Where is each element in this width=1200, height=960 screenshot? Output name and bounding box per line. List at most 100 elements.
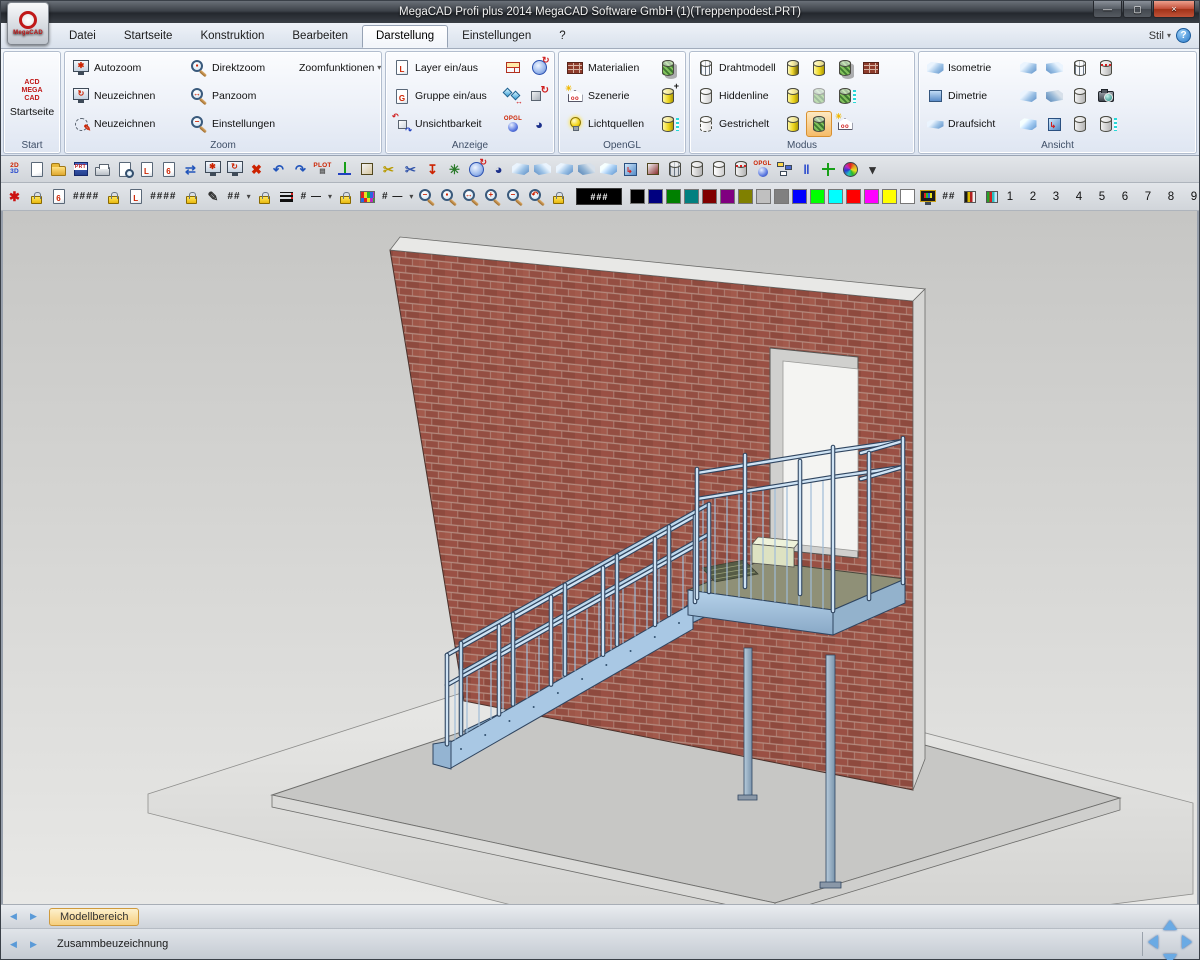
ribbon-button-view-box-d[interactable] [1041, 83, 1067, 109]
ribbon-button-cylinder-light2[interactable] [1067, 111, 1093, 137]
ribbon-button-neuzeichnen[interactable]: ↻Neuzeichnen [69, 83, 187, 109]
line-width-button[interactable] [276, 186, 297, 208]
ribbon-button-camera[interactable] [1093, 83, 1119, 109]
ribbon-button-draufsicht[interactable]: Draufsicht [923, 111, 1015, 137]
view-cube-5-button[interactable] [598, 158, 619, 180]
pan-navigation-icon[interactable] [1148, 920, 1192, 960]
ribbon-button-unsichtbarkeit[interactable]: ↶↷Unsichtbarkeit [390, 111, 500, 137]
pen-value[interactable]: ## [225, 191, 244, 202]
trim-yellow-button[interactable]: ✂ [378, 158, 399, 180]
cylinder-light-button[interactable] [708, 158, 729, 180]
layer-number-1[interactable]: 1 [1003, 191, 1016, 203]
pen-count-value[interactable]: ## [939, 191, 958, 202]
color-swatch-008080[interactable] [684, 189, 699, 204]
color-wheel-button[interactable] [840, 158, 861, 180]
ribbon-button-transform-diamonds[interactable]: ↔ [500, 83, 526, 109]
lock-button[interactable] [548, 186, 569, 208]
save-file-button[interactable]: PRT [70, 158, 91, 180]
view-cube-4-button[interactable] [576, 158, 597, 180]
structure-tree-button[interactable] [774, 158, 795, 180]
cylinder-dashred-button[interactable] [730, 158, 751, 180]
minimize-button[interactable]: — [1093, 1, 1122, 18]
pen-table-button[interactable] [959, 186, 980, 208]
opengl-ball-button[interactable]: OPGL [752, 158, 773, 180]
color-swatch-ff0000[interactable] [846, 189, 861, 204]
select-star-button[interactable]: ✱ [4, 186, 25, 208]
line-width-dropdown-chevron-icon[interactable]: ▾ [326, 192, 334, 201]
ribbon-button-view-box-e[interactable] [1015, 111, 1041, 137]
model-tab-prev-button[interactable]: ◀ [5, 908, 22, 925]
tab-bearbeiten[interactable]: Bearbeiten [278, 25, 362, 48]
layer-page-button[interactable]: L [125, 186, 146, 208]
group-value[interactable]: #### [70, 191, 102, 202]
ribbon-button-material-list[interactable] [655, 111, 681, 137]
drawing-prev-button[interactable]: ◀ [5, 936, 22, 953]
ribbon-button-szenerie[interactable]: oo☀Szenerie [563, 83, 655, 109]
undo-button[interactable]: ↶ [268, 158, 289, 180]
figure-axes-button[interactable]: ✳ [444, 158, 465, 180]
print-preview-button[interactable] [114, 158, 135, 180]
pen-dropdown-chevron-icon[interactable]: ▾ [245, 192, 253, 201]
restore-button[interactable]: ▢ [1123, 1, 1152, 18]
color-swatch-000000[interactable] [630, 189, 645, 204]
drawing-next-button[interactable]: ▶ [25, 936, 42, 953]
layer-number-4[interactable]: 4 [1072, 191, 1085, 203]
pen-style-button[interactable]: ✎ [203, 186, 224, 208]
ribbon-button-autozoom[interactable]: ✱Autozoom [69, 55, 187, 81]
ribbon-button-yellow-cylinder[interactable] [780, 111, 806, 137]
lock-button[interactable] [103, 186, 124, 208]
color-swatch-000080[interactable] [648, 189, 663, 204]
open-file-button[interactable] [48, 158, 69, 180]
coordinate-cross-button[interactable] [818, 158, 839, 180]
ribbon-button-neuzeichnen[interactable]: ✎Neuzeichnen [69, 111, 187, 137]
view-cube-1-button[interactable] [510, 158, 531, 180]
lock-button[interactable] [26, 186, 47, 208]
print-button[interactable] [92, 158, 113, 180]
cylinder-gray-button[interactable] [686, 158, 707, 180]
ribbon-button-shaded-yellow[interactable] [780, 55, 806, 81]
group-page-button[interactable]: 6 [158, 158, 179, 180]
view-plane-arrow-button[interactable]: ↳ [620, 158, 641, 180]
tab-modellbereich[interactable]: Modellbereich [49, 908, 139, 926]
ribbon-button-material-textured[interactable] [655, 55, 681, 81]
new-file-button[interactable] [26, 158, 47, 180]
ribbon-button-einstellungen[interactable]: −Einstellungen [187, 111, 299, 137]
ribbon-button-texture-brick[interactable] [858, 55, 884, 81]
line-style-dropdown-chevron-icon[interactable]: ▾ [407, 192, 415, 201]
ribbon-button-cylinder-list[interactable] [1093, 111, 1119, 137]
layer-page-button[interactable]: L [136, 158, 157, 180]
tab-datei[interactable]: Datei [55, 25, 110, 48]
tab-darstellung[interactable]: Darstellung [362, 25, 448, 48]
color-swatch-00ff00[interactable] [810, 189, 825, 204]
zoom-in-button[interactable]: + [482, 186, 503, 208]
drop-arrow-button[interactable]: ↧ [422, 158, 443, 180]
ribbon-button-panzoom[interactable]: ↔Panzoom [187, 83, 299, 109]
color-swatch-00ffff[interactable] [828, 189, 843, 204]
ribbon-button-textured-shadow[interactable] [832, 55, 858, 81]
coordinate-axes-button[interactable] [334, 158, 355, 180]
close-button[interactable]: × [1153, 1, 1195, 18]
ribbon-button-scene-light[interactable]: oo☀ [832, 111, 858, 137]
color-swatch-808080[interactable] [774, 189, 789, 204]
zoom-pan-button[interactable]: ↔ [460, 186, 481, 208]
ribbon-button-cylinder-wiretall[interactable] [1067, 55, 1093, 81]
layer-number-7[interactable]: 7 [1141, 191, 1154, 203]
zoom-previous-button[interactable]: ↶ [526, 186, 547, 208]
ribbon-button-cylinder-dashred[interactable] [1093, 55, 1119, 81]
color-swatch-ff00ff[interactable] [864, 189, 879, 204]
ribbon-button-materialien[interactable]: Materialien [563, 55, 655, 81]
layer-value[interactable]: #### [147, 191, 179, 202]
cylinder-wire-button[interactable] [664, 158, 685, 180]
solid-box-button[interactable] [356, 158, 377, 180]
color-swatch-c0c0c0[interactable] [756, 189, 771, 204]
lock-button[interactable] [181, 186, 202, 208]
stil-dropdown[interactable]: Stil ▾ [1149, 30, 1171, 42]
color-swatch-ffffff[interactable] [900, 189, 915, 204]
trim-blue-button[interactable]: ✂ [400, 158, 421, 180]
view-cube-2-button[interactable] [532, 158, 553, 180]
tab-startseite[interactable]: Startseite [110, 25, 187, 48]
tab-einstellungen[interactable]: Einstellungen [448, 25, 545, 48]
color-swatch-ffff00[interactable] [882, 189, 897, 204]
toolbar-overflow-button[interactable]: ▾ [862, 158, 883, 180]
startseite-button[interactable]: ACDMEGACADStartseite [8, 74, 56, 117]
